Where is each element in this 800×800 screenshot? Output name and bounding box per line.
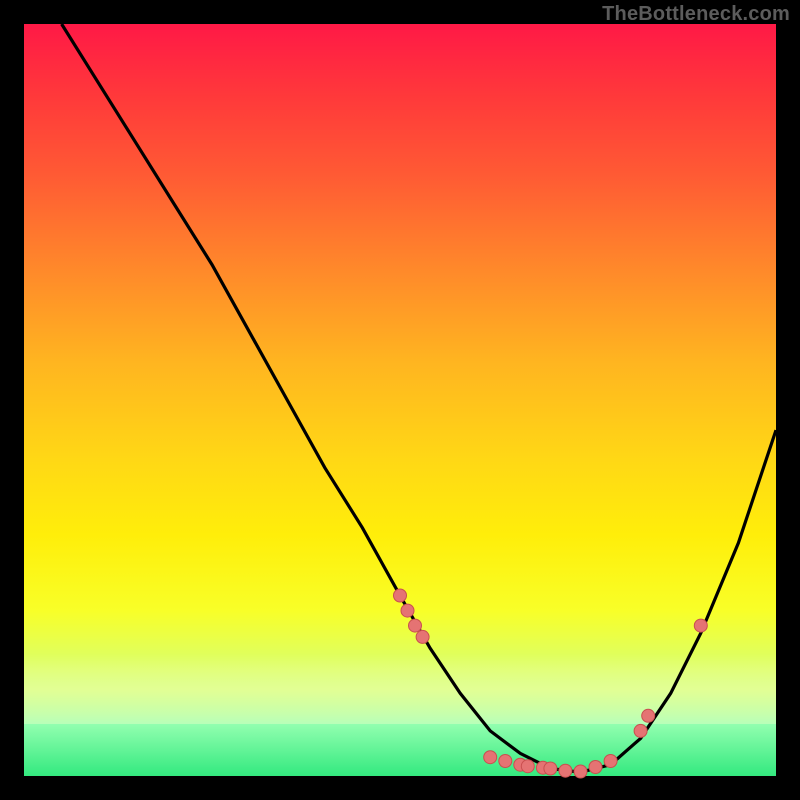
- data-marker: [409, 619, 422, 632]
- data-marker: [499, 755, 512, 768]
- data-marker: [544, 762, 557, 775]
- data-marker: [589, 761, 602, 774]
- data-markers: [394, 589, 708, 778]
- data-marker: [484, 751, 497, 764]
- data-marker: [559, 764, 572, 777]
- data-marker: [521, 760, 534, 773]
- attribution-text: TheBottleneck.com: [602, 3, 790, 26]
- chart-svg: [24, 24, 776, 776]
- chart-stage: TheBottleneck.com: [0, 0, 800, 800]
- data-marker: [394, 589, 407, 602]
- data-marker: [574, 765, 587, 778]
- data-marker: [416, 630, 429, 643]
- data-marker: [604, 755, 617, 768]
- data-marker: [694, 619, 707, 632]
- data-marker: [642, 709, 655, 722]
- data-marker: [634, 724, 647, 737]
- plot-area: [24, 24, 776, 776]
- bottleneck-curve: [62, 24, 776, 772]
- data-marker: [401, 604, 414, 617]
